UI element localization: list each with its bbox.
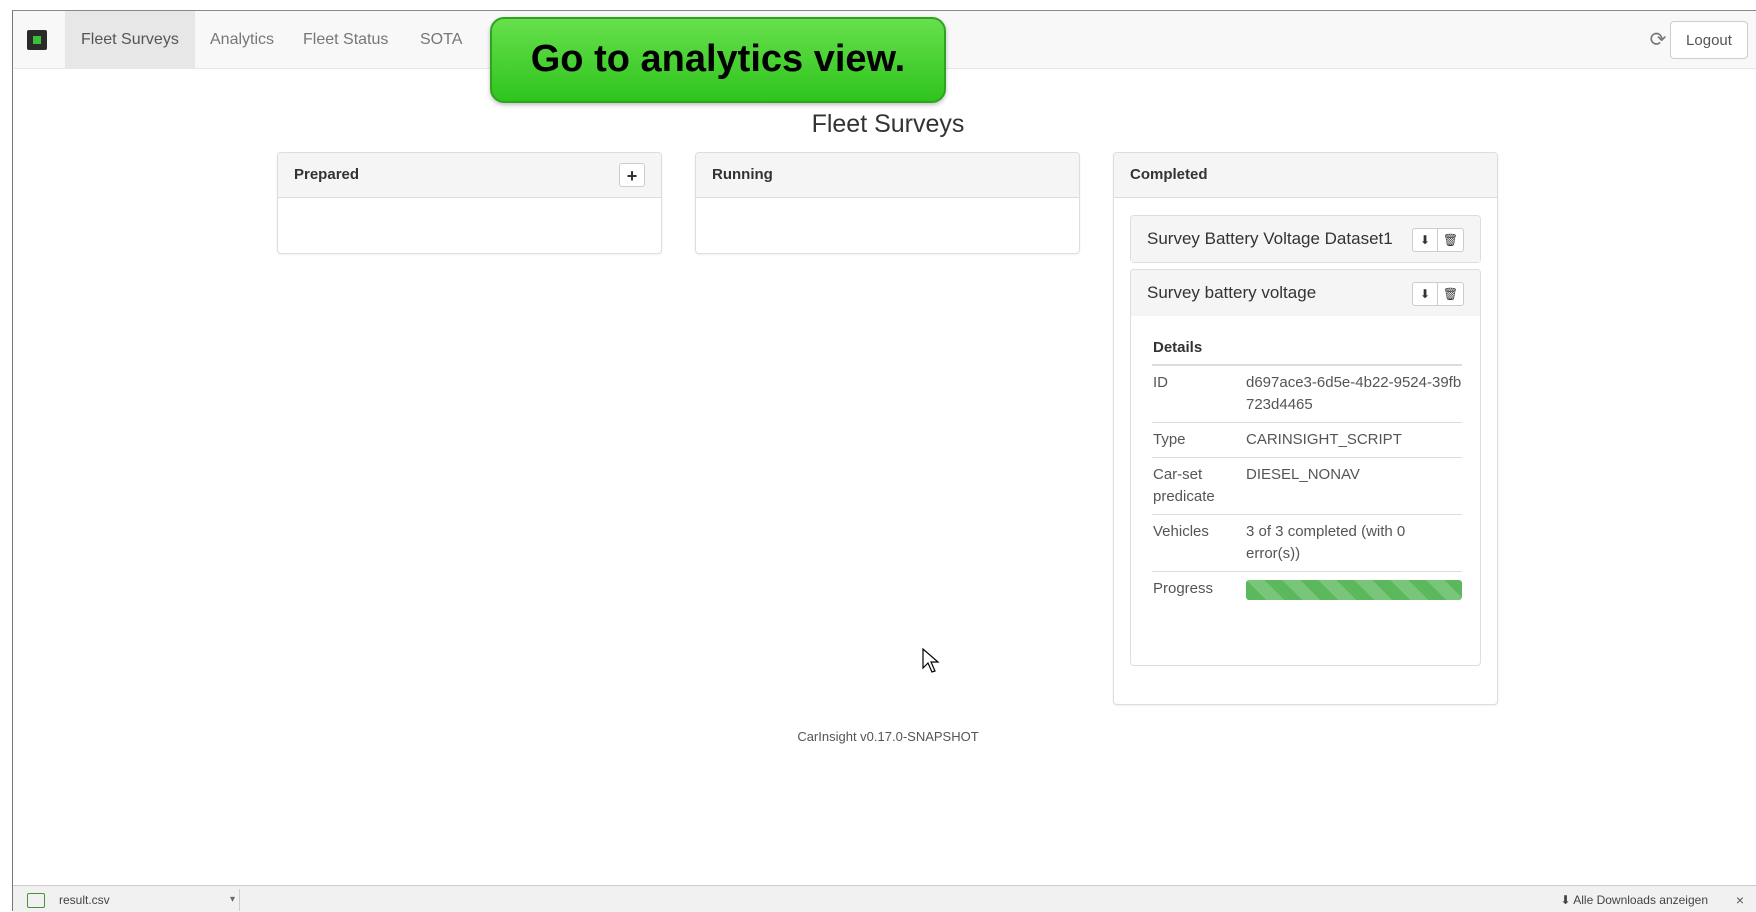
survey-header[interactable]: Survey battery voltage ⬇ 🗑 — [1131, 270, 1480, 316]
tab-sota[interactable]: SOTA — [404, 11, 478, 68]
page-title: Fleet Surveys — [811, 110, 965, 138]
download-bar: result.csv ▾ ⬇ Alle Downloads anzeigen × — [13, 885, 1756, 912]
detail-key: ID — [1153, 374, 1168, 391]
progress-bar — [1246, 580, 1462, 600]
app-logo-icon[interactable] — [27, 30, 47, 50]
detail-value: CARINSIGHT_SCRIPT — [1246, 431, 1402, 448]
prepared-panel: Prepared + — [277, 152, 662, 254]
download-icon[interactable]: ⬇ — [1412, 282, 1438, 306]
csv-file-icon — [27, 893, 45, 908]
running-heading: Running — [696, 153, 1079, 198]
prepared-title: Prepared — [294, 166, 360, 183]
running-title: Running — [712, 166, 773, 183]
mouse-cursor-icon — [922, 648, 940, 673]
detail-value: 3 of 3 completed (with 0 error(s)) — [1246, 523, 1406, 562]
show-all-downloads-label: Alle Downloads anzeigen — [1573, 893, 1708, 907]
show-all-downloads-link[interactable]: ⬇ Alle Downloads anzeigen — [1561, 889, 1709, 911]
completed-title: Completed — [1130, 166, 1208, 183]
survey-item-expanded: Survey battery voltage ⬇ 🗑 Details ID d6… — [1130, 269, 1481, 666]
download-file-name: result.csv — [59, 893, 110, 907]
instruction-tooltip: Go to analytics view. — [490, 17, 946, 103]
completed-panel: Completed Survey Battery Voltage Dataset… — [1113, 152, 1498, 705]
trash-icon[interactable]: 🗑 — [1438, 282, 1464, 306]
detail-row-vehicles: Vehicles 3 of 3 completed (with 0 error(… — [1152, 515, 1462, 572]
detail-row-id: ID d697ace3-6d5e-4b22-9524-39fb723d4465 — [1152, 366, 1462, 423]
completed-heading: Completed — [1114, 153, 1497, 198]
running-panel: Running — [695, 152, 1080, 254]
survey-actions: ⬇ 🗑 — [1412, 228, 1464, 252]
detail-value: d697ace3-6d5e-4b22-9524-39fb723d4465 — [1246, 374, 1462, 413]
close-icon[interactable]: × — [1736, 889, 1744, 911]
detail-row-type: Type CARINSIGHT_SCRIPT — [1152, 423, 1462, 458]
detail-row-predicate: Car-set predicate DIESEL_NONAV — [1152, 458, 1462, 515]
survey-name: Survey Battery Voltage Dataset1 — [1147, 229, 1393, 248]
detail-row-progress: Progress — [1152, 572, 1462, 606]
detail-value: DIESEL_NONAV — [1246, 466, 1360, 483]
add-survey-button[interactable]: + — [619, 163, 645, 187]
tab-fleet-surveys[interactable]: Fleet Surveys — [65, 11, 195, 68]
window-top-edge — [12, 0, 1756, 11]
logout-button[interactable]: Logout — [1670, 21, 1748, 59]
trash-icon[interactable]: 🗑 — [1438, 228, 1464, 252]
detail-key: Progress — [1153, 580, 1214, 597]
details-title: Details — [1152, 332, 1462, 366]
download-icon[interactable]: ⬇ — [1412, 228, 1438, 252]
progress-track — [1246, 578, 1462, 600]
survey-actions: ⬇ 🗑 — [1412, 282, 1464, 306]
refresh-icon[interactable]: ⟳ — [1646, 28, 1670, 52]
detail-key: Car-set predicate — [1153, 466, 1215, 505]
download-item[interactable]: result.csv ▾ — [21, 889, 240, 911]
survey-item[interactable]: Survey Battery Voltage Dataset1 ⬇ 🗑 — [1130, 215, 1481, 263]
detail-key: Type — [1153, 431, 1186, 448]
survey-details: Details ID d697ace3-6d5e-4b22-9524-39fb7… — [1152, 332, 1462, 606]
prepared-heading: Prepared + — [278, 153, 661, 198]
tab-analytics[interactable]: Analytics — [194, 11, 290, 68]
survey-name: Survey battery voltage — [1147, 283, 1317, 302]
version-footer: CarInsight v0.17.0-SNAPSHOT — [797, 729, 979, 744]
detail-key: Vehicles — [1153, 523, 1209, 540]
chevron-down-icon[interactable]: ▾ — [230, 889, 235, 911]
survey-header[interactable]: Survey Battery Voltage Dataset1 ⬇ 🗑 — [1131, 216, 1480, 262]
tab-fleet-status[interactable]: Fleet Status — [287, 11, 404, 68]
